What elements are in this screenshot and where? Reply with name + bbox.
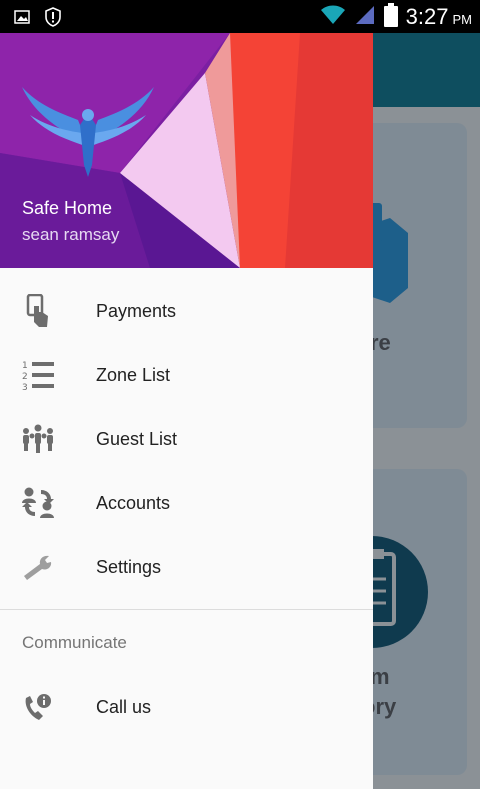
app-name: Safe Home <box>22 198 113 218</box>
battery-icon <box>383 3 398 31</box>
card-payment-icon <box>20 293 56 329</box>
image-icon <box>14 9 30 29</box>
menu-label: Settings <box>96 556 162 577</box>
clock: 3:27 PM <box>405 4 472 29</box>
menu-item-settings[interactable]: Settings <box>0 535 373 599</box>
menu-item-guest-list[interactable]: Guest List <box>0 407 373 471</box>
menu-label: Zone List <box>96 364 171 385</box>
menu-item-call-us[interactable]: Call us <box>0 675 373 739</box>
cell-signal-icon <box>354 4 376 30</box>
alert-shield-icon <box>44 7 62 31</box>
numbered-list-icon: 1 2 3 <box>20 357 56 393</box>
people-group-icon <box>20 421 56 457</box>
accounts-switch-icon <box>20 485 56 521</box>
status-bar: 3:27 PM <box>0 0 480 33</box>
svg-text:2: 2 <box>22 372 28 382</box>
drawer-header: Safe Home sean ramsay <box>0 33 373 268</box>
svg-text:3: 3 <box>22 383 28 391</box>
menu-item-accounts[interactable]: Accounts <box>0 471 373 535</box>
user-name: sean ramsay <box>22 225 120 244</box>
svg-text:1: 1 <box>22 361 28 371</box>
navigation-drawer: Safe Home sean ramsay Payments 1 2 3 Zon… <box>0 33 373 789</box>
eagle-logo <box>20 85 156 184</box>
menu-item-zone-list[interactable]: 1 2 3 Zone List <box>0 343 373 407</box>
menu-label: Call us <box>96 696 152 717</box>
menu-item-payments[interactable]: Payments <box>0 279 373 343</box>
section-title-communicate: Communicate <box>22 633 127 652</box>
background-card-text: re <box>370 330 391 355</box>
phone-info-icon <box>20 689 56 725</box>
menu-label: Guest List <box>96 428 178 449</box>
menu-label: Payments <box>96 300 177 321</box>
menu-label: Accounts <box>96 492 171 513</box>
wifi-icon <box>320 4 346 30</box>
menu-divider <box>0 609 373 610</box>
wrench-icon <box>20 549 56 585</box>
